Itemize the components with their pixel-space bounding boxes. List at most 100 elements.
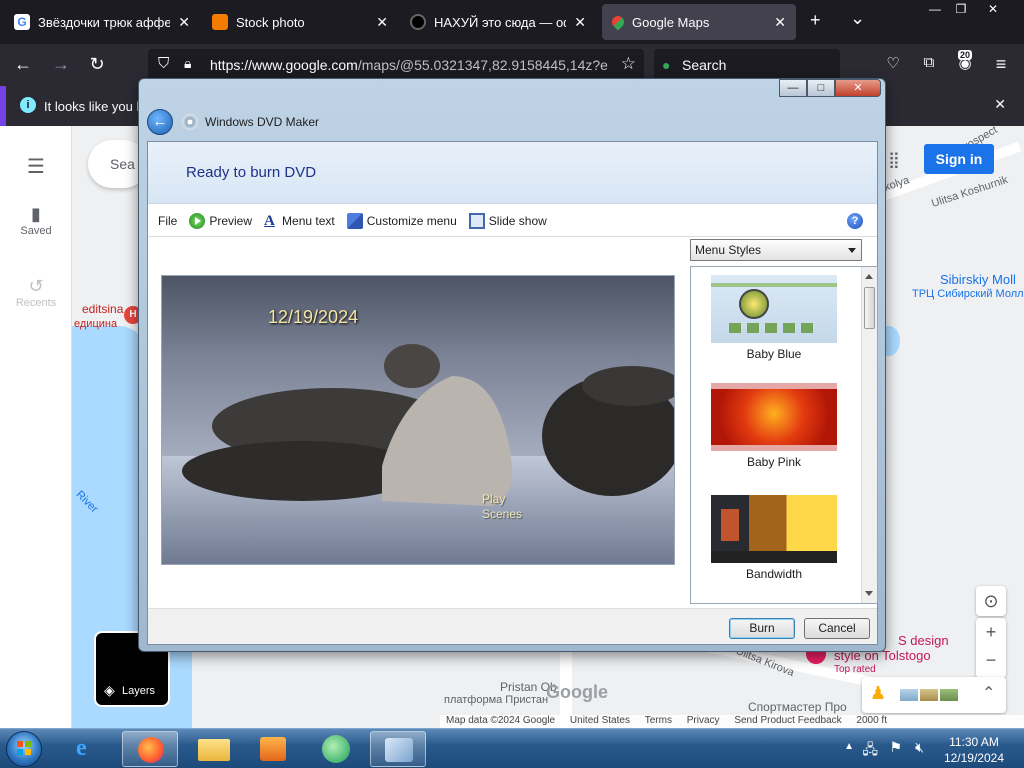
expand-chevron-icon[interactable]: ⌃ bbox=[982, 683, 995, 703]
tab-google-maps[interactable]: Google Maps ✕ bbox=[602, 4, 796, 40]
imagery-thumb-icon[interactable] bbox=[920, 689, 938, 701]
menu-styles-dropdown[interactable]: Menu Styles bbox=[690, 239, 862, 261]
text-a-icon: A bbox=[264, 212, 275, 229]
pocket-icon[interactable]: ♡ bbox=[882, 54, 904, 72]
browser-restore-button[interactable]: ❐ bbox=[946, 0, 976, 18]
network-icon[interactable]: 🖧︎ bbox=[862, 739, 878, 763]
apps-grid-icon[interactable]: ⣿ bbox=[888, 150, 900, 170]
windows-taskbar: e ▲ 🖧︎ ⚑ 🔇︎ 11:30 AM 12/19/2024 bbox=[0, 728, 1024, 768]
volume-muted-icon[interactable]: 🔇︎ bbox=[915, 739, 924, 756]
action-center-flag-icon[interactable]: ⚑ bbox=[889, 739, 902, 756]
imagery-thumb-icon[interactable] bbox=[940, 689, 958, 701]
recents-rail-item[interactable]: ↺ Recents bbox=[0, 276, 72, 309]
shield-icon[interactable]: ⛉ bbox=[158, 55, 169, 72]
search-engine-icon: ● bbox=[662, 57, 671, 73]
media-player-taskbar-button[interactable] bbox=[308, 731, 364, 767]
seal-head bbox=[384, 344, 440, 388]
ie-taskbar-button[interactable]: e bbox=[62, 731, 118, 767]
back-arrow-icon[interactable]: ← bbox=[147, 109, 173, 135]
tab-stock-photo[interactable]: Stock photo ✕ bbox=[202, 4, 398, 40]
dvd-maker-icon bbox=[385, 738, 413, 762]
maximize-button[interactable]: □ bbox=[807, 79, 835, 97]
preview-date-text[interactable]: 12/19/2024 bbox=[268, 307, 358, 328]
forward-arrow-icon[interactable]: → bbox=[50, 54, 72, 75]
pegman-icon[interactable]: ♟ bbox=[870, 683, 886, 704]
scroll-up-arrow-icon[interactable] bbox=[865, 274, 873, 279]
zoom-out-button[interactable]: − bbox=[976, 646, 1006, 674]
style-item-baby-blue[interactable]: Baby Blue bbox=[711, 275, 837, 361]
saved-label: Saved bbox=[20, 225, 52, 237]
styles-scrollbar[interactable] bbox=[861, 267, 877, 603]
info-icon: i bbox=[20, 97, 36, 113]
back-arrow-icon[interactable]: ← bbox=[12, 54, 34, 75]
style-item-bandwidth[interactable]: Bandwidth bbox=[711, 495, 837, 581]
mall-ru-label[interactable]: ТРЦ Сибирский Молл bbox=[912, 288, 1024, 300]
close-button[interactable]: ✕ bbox=[835, 79, 881, 97]
notification-close-icon[interactable]: ✕ bbox=[994, 96, 1006, 113]
internet-explorer-icon: e bbox=[76, 735, 87, 761]
file-menu[interactable]: File bbox=[158, 214, 177, 228]
reload-icon[interactable]: ↻ bbox=[86, 54, 108, 75]
recents-label: Recents bbox=[15, 297, 57, 309]
preview-button[interactable]: Preview bbox=[189, 212, 252, 229]
menu-styles-list[interactable]: Baby Blue Baby Pink Bandwidth bbox=[690, 266, 878, 604]
place-label[interactable]: S design bbox=[898, 633, 949, 648]
firefox-icon bbox=[138, 737, 164, 763]
tab-close-icon[interactable]: ✕ bbox=[376, 14, 388, 31]
burn-button[interactable]: Burn bbox=[729, 618, 795, 639]
minimize-button[interactable]: — bbox=[779, 79, 807, 97]
menu-hamburger-icon[interactable]: ≡ bbox=[990, 54, 1012, 75]
attribution-link[interactable]: Terms bbox=[645, 715, 672, 726]
explorer-taskbar-button[interactable] bbox=[186, 731, 242, 767]
extensions-icon[interactable]: ⧉ bbox=[918, 54, 940, 71]
tab-close-icon[interactable]: ✕ bbox=[574, 14, 586, 31]
imagery-thumb-icon[interactable] bbox=[900, 689, 918, 701]
bookmark-star-icon[interactable]: ☆ bbox=[621, 54, 636, 74]
attribution-link[interactable]: United States bbox=[570, 715, 630, 726]
tab-list-button[interactable]: ⌄ bbox=[850, 8, 865, 29]
attribution-link[interactable]: Privacy bbox=[687, 715, 720, 726]
show-hidden-icons-arrow[interactable]: ▲ bbox=[844, 741, 854, 752]
slide-show-button[interactable]: Slide show bbox=[468, 212, 547, 229]
place-label[interactable]: платформа Пристан bbox=[444, 694, 548, 706]
dvd-maker-taskbar-button[interactable] bbox=[370, 731, 426, 767]
my-location-icon[interactable]: ⊙ bbox=[976, 586, 1006, 616]
street-view-panel[interactable]: ♟ ⌃ bbox=[862, 677, 1006, 713]
tab-stars-trick[interactable]: G Звёздочки трюк аффери ✕ bbox=[4, 4, 200, 40]
new-tab-button[interactable]: + bbox=[810, 10, 821, 31]
place-label[interactable]: editsina bbox=[82, 302, 123, 316]
media-center-icon bbox=[260, 737, 286, 761]
help-icon[interactable]: ? bbox=[847, 213, 863, 229]
scroll-down-arrow-icon[interactable] bbox=[865, 591, 873, 596]
browser-close-button[interactable]: ✕ bbox=[978, 0, 1008, 18]
attribution-link[interactable]: Send Product Feedback bbox=[734, 715, 841, 726]
system-clock[interactable]: 11:30 AM 12/19/2024 bbox=[944, 734, 1004, 766]
play-link[interactable]: Play bbox=[482, 492, 522, 507]
tab-close-icon[interactable]: ✕ bbox=[774, 14, 786, 31]
media-taskbar-button[interactable] bbox=[246, 731, 302, 767]
firefox-taskbar-button[interactable] bbox=[122, 731, 178, 767]
sign-in-button[interactable]: Sign in bbox=[924, 144, 994, 174]
map-attribution: Map data ©2024 Google United States Term… bbox=[440, 715, 1024, 728]
url-bar[interactable]: ⛉ 🔒︎ https://www.google.com/maps/@55.032… bbox=[148, 49, 644, 81]
cancel-button[interactable]: Cancel bbox=[804, 618, 870, 639]
start-button[interactable] bbox=[6, 731, 42, 767]
place-label[interactable]: едицина bbox=[74, 318, 117, 330]
menu-text-button[interactable]: A Menu text bbox=[264, 213, 335, 229]
mall-label[interactable]: Sibirskiy Moll bbox=[940, 272, 1016, 287]
browser-search-box[interactable]: ● Search bbox=[654, 49, 840, 81]
tab-russian-site[interactable]: НАХУЙ это сюда — офиц ✕ bbox=[400, 4, 596, 40]
saved-rail-item[interactable]: ▮ Saved bbox=[0, 204, 72, 237]
tab-close-icon[interactable]: ✕ bbox=[178, 14, 190, 31]
scenes-link[interactable]: Scenes bbox=[482, 507, 522, 522]
scroll-thumb[interactable] bbox=[864, 287, 875, 329]
zoom-in-button[interactable]: + bbox=[976, 618, 1006, 646]
customize-menu-button[interactable]: Customize menu bbox=[346, 212, 457, 229]
style-item-baby-pink[interactable]: Baby Pink bbox=[711, 383, 837, 469]
place-label[interactable]: Спортмастер Про bbox=[748, 700, 847, 714]
history-icon: ↺ bbox=[28, 276, 44, 296]
tab-title: Google Maps bbox=[632, 14, 710, 30]
lock-icon[interactable]: 🔒︎ bbox=[184, 55, 191, 72]
bookmark-icon: ▮ bbox=[31, 204, 41, 224]
menu-hamburger-icon[interactable]: ☰ bbox=[0, 154, 72, 179]
